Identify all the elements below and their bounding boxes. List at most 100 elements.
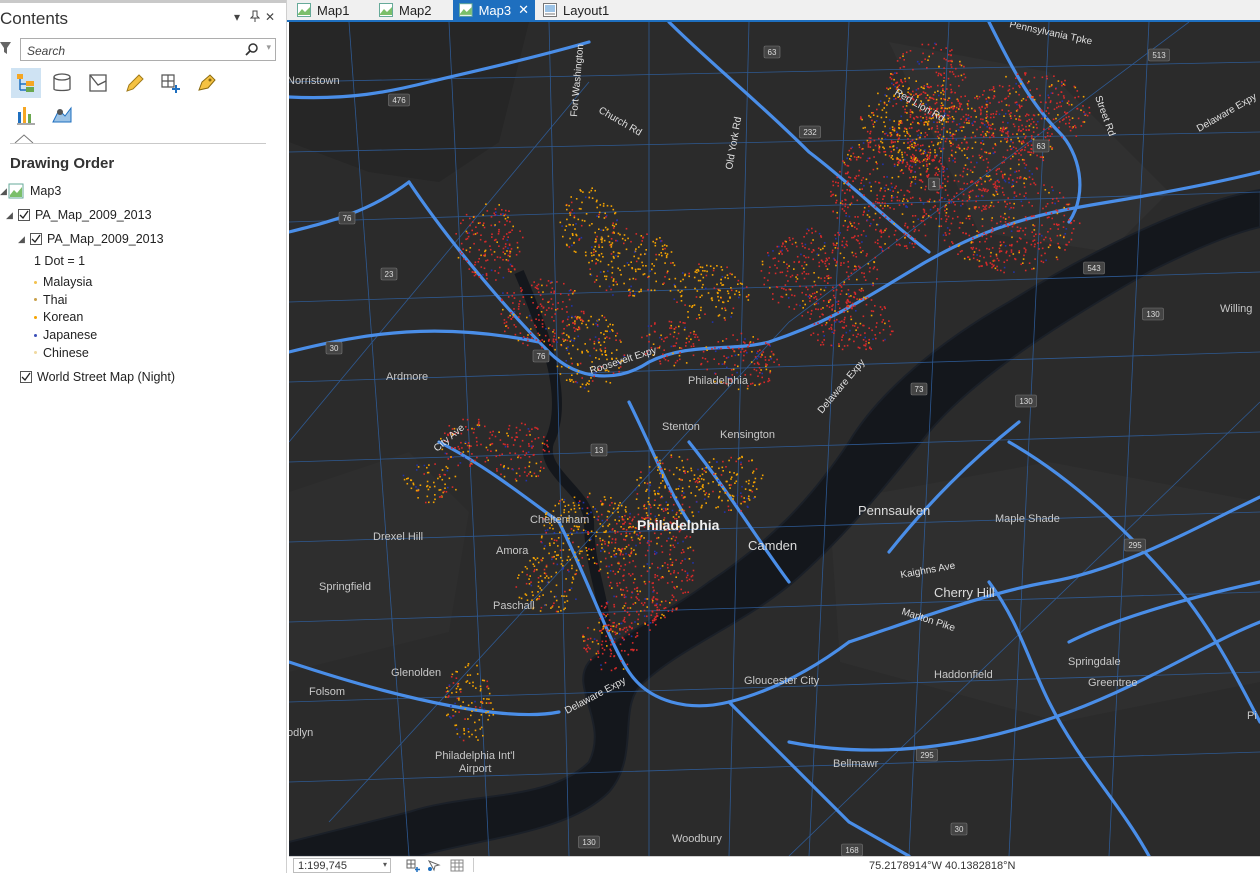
list-by-snapping-icon[interactable] (155, 68, 185, 98)
route-shield: 63 (764, 46, 780, 58)
collapse-triangle-icon[interactable]: ◢ (0, 186, 8, 197)
collapse-triangle-icon[interactable]: ◢ (6, 210, 18, 221)
place-label: Ardmore (386, 371, 428, 383)
list-by-selection-icon[interactable] (83, 68, 113, 98)
route-shield: 476 (389, 94, 410, 106)
route-shield: 76 (533, 350, 549, 362)
route-shield: 295 (1125, 539, 1146, 551)
tab-label: Layout1 (563, 3, 609, 18)
contents-pane: Contents ▾ ✕ ▾ (0, 0, 287, 873)
legend-label: Korean (43, 310, 83, 324)
route-shield: 130 (1016, 395, 1037, 407)
place-label: Greentree (1088, 677, 1138, 689)
coordinate-readout: 75.2178914°W 40.1382818°N (869, 860, 1015, 872)
search-options-chevron-icon[interactable]: ▾ (266, 42, 271, 53)
map-canvas[interactable]: Norristown Ardmore Drexel Hill Springfie… (289, 22, 1260, 856)
list-by-labeling-icon[interactable] (191, 68, 221, 98)
place-label: Pennsauken (858, 503, 930, 518)
route-shield: 130 (579, 836, 600, 848)
route-shield: 168 (842, 844, 863, 856)
map-view[interactable]: Norristown Ardmore Drexel Hill Springfie… (289, 22, 1260, 856)
checkmark-icon (19, 210, 29, 220)
place-label: Cheltenham (530, 514, 589, 526)
tree-item-label: Map3 (30, 184, 61, 198)
tab-map2[interactable]: Map2 (373, 0, 451, 20)
route-shield: 30 (326, 342, 342, 354)
place-label: Gloucester City (744, 675, 820, 687)
checkmark-icon (21, 372, 31, 382)
search-icon[interactable] (245, 42, 259, 56)
close-pane-icon[interactable]: ✕ (265, 10, 275, 24)
route-shield: 295 (917, 749, 938, 761)
tree-item-label: PA_Map_2009_2013 (35, 208, 152, 222)
map-icon (459, 3, 473, 17)
place-label: Springfield (319, 581, 371, 593)
tree-item-map[interactable]: ◢ Map3 (0, 181, 61, 201)
table-icon[interactable] (450, 859, 464, 872)
list-by-drawing-order-icon[interactable] (11, 68, 41, 98)
search-input[interactable] (25, 41, 239, 60)
tab-layout1[interactable]: Layout1 (537, 0, 627, 20)
legend-item: Japanese (34, 326, 97, 344)
place-label: odlyn (289, 727, 313, 739)
list-by-source-icon[interactable] (47, 68, 77, 98)
legend-dot-icon (34, 334, 37, 337)
legend-item: Korean (34, 308, 83, 326)
contents-title: Contents (0, 9, 68, 29)
route-shield: 30 (951, 823, 967, 835)
layer-checkbox[interactable] (20, 371, 32, 383)
chevron-down-icon[interactable]: ▾ (383, 860, 387, 869)
filter-icon[interactable] (0, 40, 12, 56)
navigation-icon[interactable] (427, 859, 441, 872)
tab-map3[interactable]: Map3 ✕ (453, 0, 535, 20)
list-by-charts-icon[interactable] (11, 100, 41, 130)
route-shield: 73 (911, 383, 927, 395)
scale-value: 1:199,745 (298, 860, 347, 872)
tree-item-label: PA_Map_2009_2013 (47, 232, 164, 246)
legend-item: Chinese (34, 344, 89, 362)
list-by-perspective-icon[interactable] (47, 100, 77, 130)
contents-header: Contents ▾ ✕ (0, 0, 286, 35)
place-label: Kensington (720, 429, 775, 441)
tab-map1[interactable]: Map1 (291, 0, 369, 20)
layout-icon (543, 3, 557, 17)
pin-icon[interactable] (250, 10, 260, 25)
legend-item: Thai (34, 291, 67, 309)
place-label: Springdale (1068, 656, 1121, 668)
tree-item-basemap[interactable]: World Street Map (Night) (20, 367, 175, 387)
place-label: Stenton (662, 421, 700, 433)
place-label: Bellmawr (833, 758, 879, 770)
place-label: Maple Shade (995, 513, 1060, 525)
place-label: Philadelphia Int'l (435, 750, 515, 762)
legend-label: Malaysia (43, 275, 92, 289)
legend-label: Thai (43, 293, 67, 307)
close-tab-icon[interactable]: ✕ (518, 2, 529, 18)
collapse-triangle-icon[interactable]: ◢ (18, 234, 30, 245)
divider (10, 143, 266, 144)
place-label: Airport (459, 763, 491, 775)
list-by-editing-icon[interactable] (119, 68, 149, 98)
pane-menu-chevron-icon[interactable]: ▾ (234, 10, 240, 24)
place-label: Amora (496, 545, 529, 557)
tree-item-group-layer[interactable]: ◢ PA_Map_2009_2013 (6, 205, 152, 225)
place-label: Philadelphia (688, 375, 749, 387)
status-bar: 1:199,745 ▾ 75.2178914°W 40.1382818°N (289, 856, 1260, 874)
place-label: Cherry Hill (934, 585, 995, 600)
tree-item-label: World Street Map (Night) (37, 370, 175, 384)
route-shield: 232 (800, 126, 821, 138)
legend-dot-icon (34, 316, 37, 319)
tree-item-layer[interactable]: ◢ PA_Map_2009_2013 (18, 229, 164, 249)
tab-label: Map1 (317, 3, 350, 18)
place-label: Norristown (289, 75, 340, 87)
place-label: Philadelphia (637, 517, 720, 533)
search-box[interactable]: ▾ (20, 38, 276, 61)
route-shield: 513 (1149, 49, 1170, 61)
grid-snap-icon[interactable] (406, 859, 420, 872)
place-label: Folsom (309, 686, 345, 698)
layer-checkbox[interactable] (30, 233, 42, 245)
scale-dropdown[interactable]: 1:199,745 ▾ (293, 858, 391, 873)
layer-checkbox[interactable] (18, 209, 30, 221)
place-label: Haddonfield (934, 669, 993, 681)
place-label: Willing (1220, 303, 1252, 315)
place-label: Paschall (493, 600, 535, 612)
